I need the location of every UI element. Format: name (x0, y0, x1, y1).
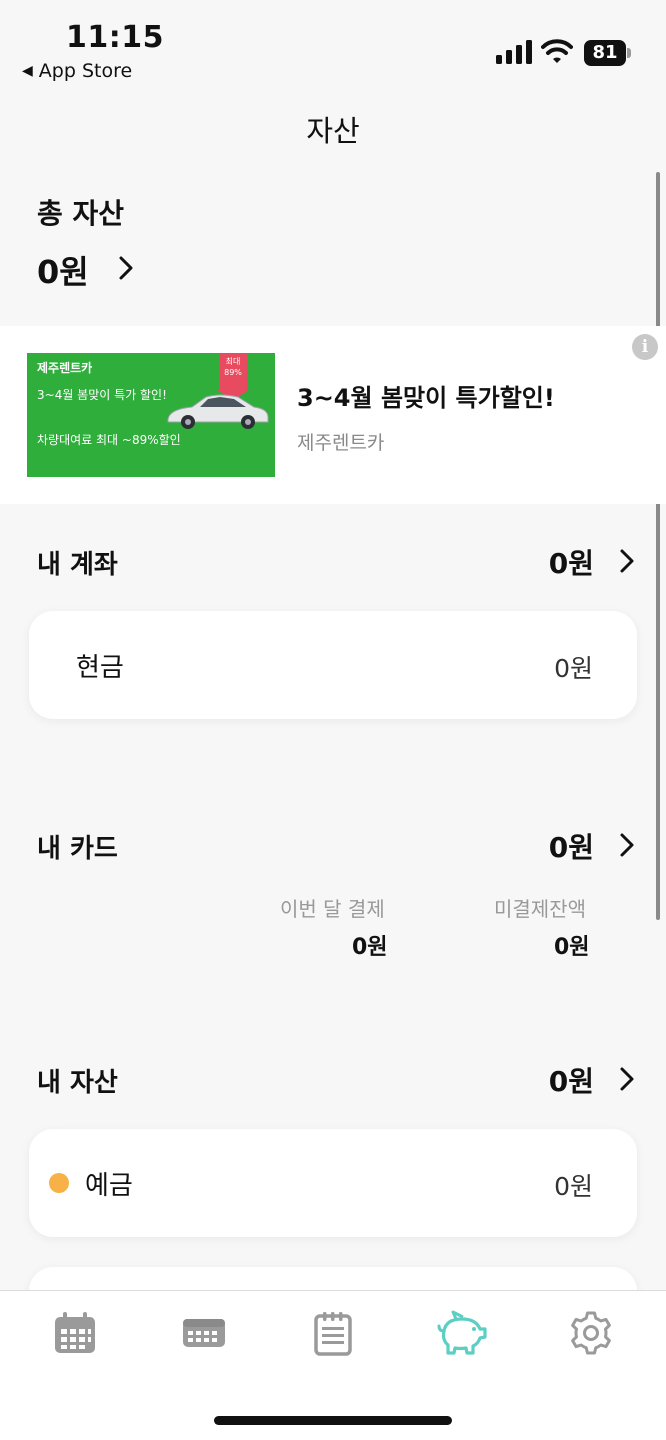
ad-badge-line1: 최대 (225, 357, 241, 366)
home-indicator[interactable] (214, 1416, 452, 1425)
battery-nub (627, 48, 631, 58)
ad-image-headline: 3~4월 봄맞이 특가 할인! (37, 388, 167, 402)
scroll-indicator[interactable] (656, 172, 660, 920)
ad-image[interactable]: 제주렌트카 3~4월 봄맞이 특가 할인! 차량대여료 최대 ~89%할인 최대… (27, 353, 275, 477)
back-triangle-icon: ◀ (22, 63, 33, 79)
ad-image-subline: 차량대여료 최대 ~89%할인 (37, 433, 181, 447)
my-assets-chevron-icon[interactable] (617, 1065, 637, 1093)
ad-advertiser: 제주렌트카 (297, 432, 385, 454)
asset-color-dot (49, 1173, 69, 1193)
ad-badge-line2: 89% (224, 368, 242, 377)
asset-balance: 0원 (554, 1172, 593, 1201)
status-time: 11:15 (66, 20, 164, 55)
ad-info-icon[interactable]: i (632, 334, 658, 360)
car-image (167, 394, 269, 429)
my-cards-label: 내 카드 (37, 834, 118, 864)
my-cards-total[interactable]: 0원 (549, 826, 594, 866)
this-month-payment-label: 이번 달 결제 (280, 897, 385, 921)
piggy-bank-icon[interactable] (436, 1309, 488, 1357)
my-cards-chevron-icon[interactable] (617, 831, 637, 859)
my-assets-total[interactable]: 0원 (549, 1060, 594, 1100)
total-assets-value[interactable]: 0원 (37, 247, 89, 293)
wifi-icon (541, 39, 573, 63)
my-accounts-total[interactable]: 0원 (549, 542, 594, 582)
ad-title[interactable]: 3~4월 봄맞이 특가할인! (297, 378, 555, 413)
status-bar: 11:15 ◀ App Store 81 (0, 0, 666, 92)
my-accounts-chevron-icon[interactable] (617, 547, 637, 575)
cellular-signal-icon (496, 40, 532, 64)
my-assets-label: 내 자산 (37, 1068, 118, 1098)
this-month-payment-value: 0원 (352, 935, 388, 960)
notepad-icon[interactable] (309, 1309, 357, 1357)
back-to-app-store-link[interactable]: ◀ App Store (22, 60, 132, 82)
calendar-icon[interactable] (51, 1309, 99, 1357)
gear-icon[interactable] (567, 1309, 615, 1357)
total-assets-label: 총 자산 (37, 197, 125, 230)
account-name: 현금 (76, 653, 124, 683)
unpaid-balance-label: 미결제잔액 (494, 897, 586, 921)
account-card-cash[interactable]: 현금 0원 (29, 611, 637, 719)
battery-icon: 81 (584, 40, 632, 66)
battery-level: 81 (584, 40, 626, 66)
total-assets-chevron-icon[interactable] (116, 254, 136, 282)
account-balance: 0원 (554, 654, 593, 683)
page-title: 자산 (306, 114, 360, 148)
asset-card-deposit[interactable]: 예금 0원 (29, 1129, 637, 1237)
calendar-week-icon[interactable] (180, 1309, 228, 1357)
ad-image-logo: 제주렌트카 (37, 361, 93, 375)
asset-name: 예금 (85, 1171, 133, 1201)
unpaid-balance-value: 0원 (554, 935, 590, 960)
back-app-label: App Store (38, 60, 133, 82)
ad-discount-badge: 최대 89% (219, 353, 247, 389)
my-accounts-label: 내 계좌 (37, 550, 118, 580)
